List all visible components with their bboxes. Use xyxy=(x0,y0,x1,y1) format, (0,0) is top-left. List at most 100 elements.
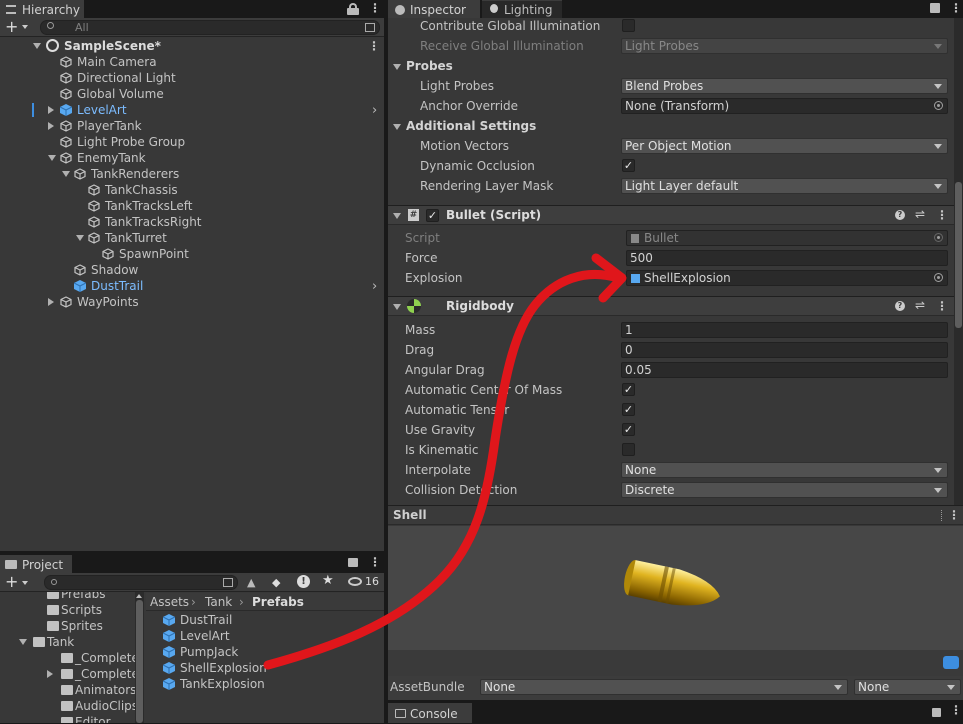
is-kinematic-checkbox[interactable] xyxy=(622,443,635,456)
preview-grip-icon[interactable] xyxy=(941,510,943,521)
folder-item-sprites[interactable]: Sprites xyxy=(0,618,135,634)
chevron-down-icon[interactable] xyxy=(22,581,28,585)
scene-row[interactable]: SampleScene* ⋮ xyxy=(0,38,384,54)
search-filter-icon[interactable] xyxy=(365,23,375,32)
foldout-bullet[interactable] xyxy=(393,213,401,219)
hierarchy-item-light-probe-group[interactable]: Light Probe Group xyxy=(0,134,384,150)
asset-item-tankexplosion[interactable]: TankExplosion xyxy=(146,676,384,692)
hidden-eye-icon[interactable] xyxy=(348,577,362,586)
explosion-field[interactable]: ShellExplosion xyxy=(626,270,948,286)
folder-tree-scroll-thumb[interactable] xyxy=(136,600,143,723)
foldout-additional-settings[interactable] xyxy=(393,124,401,130)
folder-scroll-up[interactable] xyxy=(136,594,142,598)
hierarchy-item-tanktracksright[interactable]: TankTracksRight xyxy=(0,214,384,230)
hierarchy-item-tankturret[interactable]: TankTurret xyxy=(0,230,384,246)
interpolate-dropdown[interactable]: None xyxy=(621,462,948,478)
tab-hierarchy[interactable]: Hierarchy xyxy=(0,0,84,18)
inspector-scroll-thumb[interactable] xyxy=(955,182,962,328)
additional-settings-header[interactable]: Additional Settings xyxy=(406,119,536,133)
folder-tree-scrollbar[interactable] xyxy=(135,592,144,723)
force-input[interactable]: 500 xyxy=(626,250,948,266)
drag-input[interactable]: 0 xyxy=(621,342,948,358)
hierarchy-item-waypoints[interactable]: WayPoints xyxy=(0,294,384,310)
breadcrumb-tank[interactable]: Tank xyxy=(205,595,232,609)
presets-icon[interactable]: ⇌ xyxy=(915,298,925,312)
hierarchy-item-levelart[interactable]: LevelArt › xyxy=(0,102,384,118)
hierarchy-item-shadow[interactable]: Shadow xyxy=(0,262,384,278)
preview-menu-icon[interactable]: ⋮ xyxy=(948,508,960,522)
project-lock-icon[interactable] xyxy=(348,558,358,567)
hierarchy-menu-icon[interactable]: ⋮ xyxy=(369,1,381,15)
add-icon[interactable]: + xyxy=(5,17,18,36)
tab-console[interactable]: Console xyxy=(388,703,472,723)
chevron-down-icon[interactable] xyxy=(22,25,28,29)
motion-vectors-dropdown[interactable]: Per Object Motion xyxy=(621,138,948,154)
console-lock-icon[interactable] xyxy=(932,708,941,717)
breadcrumb-assets[interactable]: Assets xyxy=(150,595,189,609)
foldout-arrow-icon[interactable] xyxy=(48,122,54,130)
asset-item-pumpjack[interactable]: PumpJack xyxy=(146,644,384,660)
hierarchy-item-global-volume[interactable]: Global Volume xyxy=(0,86,384,102)
hierarchy-item-tankchassis[interactable]: TankChassis xyxy=(0,182,384,198)
create-icon[interactable]: + xyxy=(5,572,18,591)
project-menu-icon[interactable]: ⋮ xyxy=(369,555,381,569)
help-icon[interactable]: ? xyxy=(895,210,905,220)
inspector-menu-icon[interactable]: ⋮ xyxy=(950,1,962,15)
hierarchy-item-spawnpoint[interactable]: SpawnPoint xyxy=(0,246,384,262)
foldout-arrow-icon[interactable] xyxy=(76,235,84,241)
hierarchy-item-tankrenderers[interactable]: TankRenderers xyxy=(0,166,384,182)
search-by-type-icon[interactable] xyxy=(223,578,233,587)
warning-icon[interactable]: ! xyxy=(297,575,310,588)
filter-by-type-icon[interactable]: ▲ xyxy=(247,576,259,589)
asset-label-icon[interactable] xyxy=(943,656,959,669)
rendering-layer-dropdown[interactable]: Light Layer default xyxy=(621,178,948,194)
asset-item-dusttrail[interactable]: DustTrail xyxy=(146,612,384,628)
folder-item-audioclips[interactable]: AudioClips xyxy=(0,698,135,714)
dynamic-occlusion-checkbox[interactable]: ✓ xyxy=(622,159,635,172)
folder-item-animators[interactable]: Animators xyxy=(0,682,135,698)
asset-item-shellexplosion[interactable]: ShellExplosion xyxy=(146,660,384,676)
assetbundle-dropdown[interactable]: None xyxy=(480,679,848,695)
foldout-rigidbody[interactable] xyxy=(393,304,401,310)
bullet-component-header[interactable]: # ✓ Bullet (Script) ? ⇌ ⋮ xyxy=(388,205,954,225)
object-picker-icon[interactable] xyxy=(934,273,943,282)
assetbundle-variant-dropdown[interactable]: None xyxy=(854,679,961,695)
foldout-arrow-icon[interactable] xyxy=(48,106,54,114)
chevron-right-icon[interactable]: › xyxy=(372,279,377,295)
hierarchy-item-tanktracksleft[interactable]: TankTracksLeft xyxy=(0,198,384,214)
folder-item-complete-g[interactable]: _Complete-G xyxy=(0,650,135,666)
mass-input[interactable]: 1 xyxy=(621,322,948,338)
folder-item-prefabs[interactable]: Prefabs xyxy=(0,592,135,602)
hierarchy-item-playertank[interactable]: PlayerTank xyxy=(0,118,384,134)
console-menu-icon[interactable]: ⋮ xyxy=(950,703,962,717)
asset-item-levelart[interactable]: LevelArt xyxy=(146,628,384,644)
hierarchy-item-main-camera[interactable]: Main Camera xyxy=(0,54,384,70)
breadcrumb-prefabs[interactable]: Prefabs xyxy=(252,595,304,609)
auto-tensor-checkbox[interactable]: ✓ xyxy=(622,403,635,416)
preview-viewport[interactable] xyxy=(388,526,963,650)
folder-item-tank[interactable]: Tank xyxy=(0,634,135,650)
tab-inspector[interactable]: Inspector xyxy=(388,0,480,18)
chevron-right-icon[interactable]: › xyxy=(372,103,377,119)
foldout-arrow-icon[interactable] xyxy=(48,298,54,306)
inspector-scrollbar[interactable] xyxy=(954,18,963,505)
hierarchy-item-dusttrail[interactable]: DustTrail › xyxy=(0,278,384,294)
use-gravity-checkbox[interactable]: ✓ xyxy=(622,423,635,436)
anchor-override-field[interactable]: None (Transform) xyxy=(621,98,948,114)
foldout-arrow-icon[interactable] xyxy=(47,670,53,678)
light-probes-dropdown[interactable]: Blend Probes xyxy=(621,78,948,94)
inspector-lock-icon[interactable] xyxy=(930,3,940,13)
rigidbody-menu-icon[interactable]: ⋮ xyxy=(936,299,948,313)
hierarchy-item-enemytank[interactable]: EnemyTank xyxy=(0,150,384,166)
project-search-input[interactable] xyxy=(44,575,238,590)
foldout-arrow-icon[interactable] xyxy=(48,155,56,161)
hierarchy-search-input[interactable]: All xyxy=(40,20,380,35)
rigidbody-component-header[interactable]: Rigidbody ? ⇌ ⋮ xyxy=(388,296,954,316)
object-picker-icon[interactable] xyxy=(934,101,943,110)
folder-item-completed[interactable]: _Completed- xyxy=(0,666,135,682)
contribute-gi-checkbox[interactable] xyxy=(622,19,635,32)
presets-icon[interactable]: ⇌ xyxy=(915,207,925,221)
foldout-scene[interactable] xyxy=(33,43,41,49)
foldout-arrow-icon[interactable] xyxy=(19,639,27,645)
auto-center-of-mass-checkbox[interactable]: ✓ xyxy=(622,383,635,396)
